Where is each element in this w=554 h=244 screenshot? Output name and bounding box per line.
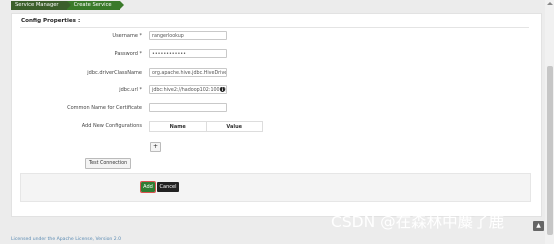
password-field[interactable]: •••••••••••• [149, 49, 227, 58]
password-label: Password * [114, 51, 142, 57]
jdbc-url-label: jdbc.url * [119, 87, 142, 93]
cancel-button[interactable]: Cancel [157, 182, 179, 192]
test-connection-button[interactable]: Test Connection [85, 158, 132, 169]
certificate-field[interactable] [149, 103, 227, 112]
breadcrumb-service-manager[interactable]: Service Manager [11, 1, 71, 10]
value-column-header: Value [205, 121, 263, 132]
scroll-thumb[interactable] [547, 66, 553, 235]
section-title: Config Properties : [21, 18, 81, 24]
back-to-top-button[interactable]: ▲ [533, 221, 544, 231]
name-column-header: Name [149, 121, 207, 132]
breadcrumb: Service Manager Create Service [11, 1, 124, 10]
watermark: CSDN @在森林中麋了鹿 [331, 213, 505, 231]
scroll-up-arrow-icon[interactable] [547, 2, 553, 5]
vertical-scrollbar[interactable] [545, 0, 554, 244]
add-button[interactable]: Add [140, 181, 156, 193]
driver-class-label: jdbc.driverClassName [87, 70, 142, 76]
jdbc-url-field[interactable]: jdbc:hive2://hadoop102:10000/; [149, 85, 227, 94]
certificate-label: Common Name for Certificate [67, 105, 142, 111]
username-label: Username * [112, 33, 142, 39]
add-configuration-button[interactable]: + [150, 142, 161, 152]
section-divider [20, 27, 529, 28]
configurations-label: Add New Configurations [81, 123, 142, 129]
breadcrumb-create-service: Create Service [66, 1, 124, 10]
config-panel: Config Properties : Username * rangerloo… [11, 13, 542, 217]
driver-class-field[interactable]: org.apache.hive.jdbc.HiveDriver [149, 68, 227, 77]
username-field[interactable]: rangerlookup [149, 31, 227, 40]
info-icon[interactable]: i [220, 87, 225, 92]
form-actions-bar [20, 173, 531, 202]
license-link[interactable]: Licensed under the Apache License, Versi… [11, 237, 121, 242]
configurations-table: Name Value [149, 121, 263, 132]
